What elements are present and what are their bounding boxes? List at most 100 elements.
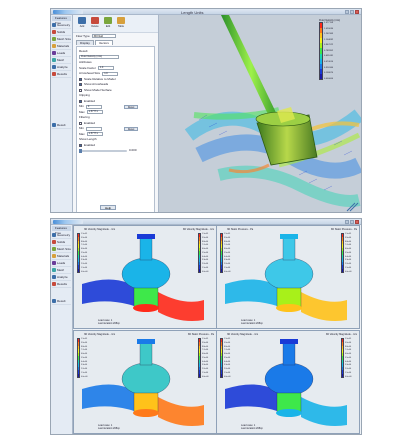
close-button[interactable] (355, 10, 359, 14)
legend-tick-label: 4.4e-06 (224, 360, 231, 363)
legend-tick-label: 2.2e-06 (224, 263, 231, 266)
show-model-surface-checkbox[interactable] (79, 88, 82, 92)
legend-tick-label: 5.5e-06 (202, 251, 209, 254)
legend-colorbar (198, 338, 201, 378)
legend-tick-label: 0.0e+00 (202, 375, 209, 378)
legend-tick-label: 5.5e-06 (345, 251, 352, 254)
scale-relative-checkbox[interactable] (79, 77, 82, 81)
legend-ticks: 1.1e-05 9.9e-06 8.8e-06 7.7e-06 6.6e-06 5.5e-… (81, 233, 88, 273)
sidebar-item-mesh[interactable]: Mesh (52, 267, 71, 274)
sidebar-item-solids[interactable]: Solids (52, 239, 71, 246)
result-view-4[interactable]: 1.1e-05 9.9e-06 8.8e-06 7.7e-06 6.6e-06 5.5e-… (216, 330, 360, 434)
result-dropdown[interactable]: Fluid Velocity (m/s) (79, 55, 119, 60)
maximize-button[interactable] (350, 220, 354, 224)
clipping-enabled-label: Enabled (84, 98, 96, 103)
legend-ticks: 1.1e-05 9.9e-06 8.8e-06 7.7e-06 6.6e-06 5.5e-… (224, 338, 231, 378)
help-button[interactable]: Help (100, 205, 117, 210)
sidebar-item-mesh-size[interactable]: Mesh Size (52, 36, 71, 43)
show-length-checkbox[interactable] (79, 143, 82, 147)
clip-max-input[interactable]: 1.57771 (86, 110, 103, 115)
result-view-2[interactable]: 1.1e-05 9.9e-06 8.8e-06 7.7e-06 6.6e-06 5.5e-… (216, 225, 360, 329)
legend-tick-label: 0.000000 (324, 77, 334, 80)
sidebar-item-loads[interactable]: Loads (52, 50, 71, 57)
sidebar-item-mesh-size[interactable]: Mesh Size (52, 246, 71, 253)
sidebar-item-materials[interactable]: Materials (52, 253, 71, 260)
sidebar-item-label: Mesh Size (57, 37, 71, 41)
filter-reset-button[interactable]: Reset (123, 126, 139, 131)
legend-tick-label: 3.3e-06 (224, 259, 231, 262)
clip-min-input[interactable]: 0 (85, 104, 102, 109)
tab-display[interactable]: Display (76, 40, 94, 45)
iteration-label: Last iteration:208sp (98, 427, 120, 430)
legend-tick-label: 1.104692 (324, 38, 334, 41)
minimize-button[interactable] (345, 220, 349, 224)
legend-tick-label: 2.2e-06 (81, 263, 88, 266)
legend-tick-label: 1.1e-06 (224, 371, 231, 374)
legend-tick-label: 9.9e-06 (345, 341, 352, 344)
scale-factor-input[interactable]: 1.0 (97, 66, 114, 71)
legend-tick-label: 5.5e-06 (81, 251, 88, 254)
legend-tick-label: 6.6e-06 (202, 353, 209, 356)
sidebar-item-analyze[interactable]: Analyze (52, 64, 71, 71)
vector-settings-panel: Add Delete Edit Table Flow Type 3D Fluid Di… (73, 15, 159, 212)
geometry-icon (52, 23, 56, 27)
model-viewport[interactable]: Fluid Velocity (m/s) 1.577704 1.420034 1.2… (159, 15, 361, 212)
tool-table-button[interactable]: Table (116, 17, 126, 29)
minimize-button[interactable] (345, 10, 349, 14)
clip-reset-button[interactable]: Reset (123, 104, 139, 109)
legend-tick-label: 7.7e-06 (202, 244, 209, 247)
sidebar-item-geometry[interactable]: Geometry (52, 22, 71, 29)
materials-icon (52, 254, 56, 258)
result-view-1[interactable]: 1.1e-05 9.9e-06 8.8e-06 7.7e-06 6.6e-06 5.5e-… (73, 225, 217, 329)
legend-swatch (199, 373, 200, 377)
sidebar-item-label: Geometry (57, 233, 71, 237)
features-tree-header: Features Tree (52, 226, 71, 235)
tool-delete-button[interactable]: Delete (90, 17, 100, 29)
clipping-enabled-checkbox[interactable] (79, 99, 82, 103)
sidebar-item-loads[interactable]: Loads (52, 260, 71, 267)
legend-tick-label: 3.3e-06 (224, 364, 231, 367)
sidebar-item-materials[interactable]: Materials (52, 43, 71, 50)
valve-model-render (217, 226, 359, 328)
legend-tick-label: 0.474010 (324, 61, 334, 64)
result-view-3[interactable]: 1.1e-05 9.9e-06 8.8e-06 7.7e-06 6.6e-06 5.5e-… (73, 330, 217, 434)
show-arrowheads-checkbox[interactable] (79, 83, 82, 87)
quick-access-toolbar[interactable] (53, 10, 83, 14)
legend-tick-label: 7.7e-06 (224, 349, 231, 352)
maximize-button[interactable] (350, 10, 354, 14)
sidebar-item-results[interactable]: Results (52, 281, 71, 288)
mesh-size-icon (52, 37, 56, 41)
sidebar-item-label: Results (57, 282, 68, 286)
legend-tick-label: 5.5e-06 (202, 356, 209, 359)
slider-thumb[interactable] (79, 148, 82, 153)
legend-tick-label: 0.0e+00 (202, 270, 209, 273)
legend-tick-label: 6.6e-06 (81, 353, 88, 356)
sidebar-item-mesh[interactable]: Mesh (52, 57, 71, 64)
sidebar-item-analyze[interactable]: Analyze (52, 274, 71, 281)
legend-swatch (199, 268, 200, 272)
length-slider[interactable] (79, 148, 127, 153)
close-button[interactable] (355, 220, 359, 224)
legend-tick-label: 0.0e+00 (345, 375, 352, 378)
sidebar-item-results[interactable]: Results (52, 71, 71, 78)
result-type-dropdown[interactable]: 3D Fluid (91, 34, 116, 38)
tab-vectors[interactable]: Vectors (94, 40, 113, 45)
tool-edit-button[interactable]: Edit (103, 17, 113, 29)
quick-access-toolbar[interactable] (53, 220, 83, 224)
result-legend: 1.1e-05 9.9e-06 8.8e-06 7.7e-06 6.6e-06 5.5e-… (220, 233, 236, 273)
result-legend-right: 1.1e-05 9.9e-06 8.8e-06 7.7e-06 6.6e-06 5.5e-… (341, 338, 357, 378)
filter-min-input[interactable] (85, 126, 102, 131)
filtering-enabled-checkbox[interactable] (79, 121, 82, 125)
sidebar-item-result[interactable]: Result (52, 122, 71, 129)
sidebar-item-label: Results (57, 72, 68, 76)
arrowhead-size-input[interactable]: 1.0 (102, 71, 119, 76)
sidebar-item-geometry[interactable]: Geometry (52, 232, 71, 239)
tool-add-button[interactable]: Add (77, 17, 87, 29)
sidebar-item-label: Mesh (57, 58, 65, 62)
result-legend-right: 1.1e-05 9.9e-06 8.8e-06 7.7e-06 6.6e-06 5.5e-… (198, 233, 214, 273)
sidebar-item-solids[interactable]: Solids (52, 29, 71, 36)
legend-tick-label: 4.4e-06 (224, 255, 231, 258)
sidebar-item-result[interactable]: Result (52, 298, 71, 305)
materials-icon (52, 44, 56, 48)
filter-max-input[interactable]: 1.57771 (86, 132, 103, 137)
